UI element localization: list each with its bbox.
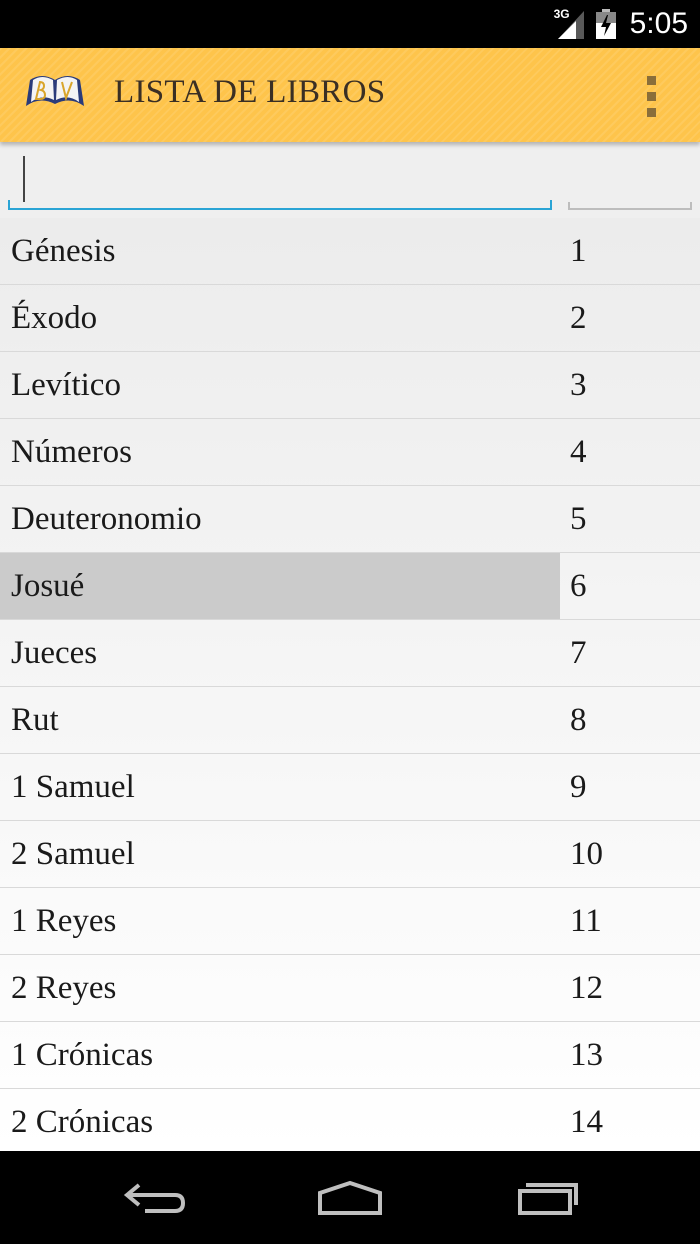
overflow-menu-dot <box>647 108 656 117</box>
book-number: 9 <box>570 769 587 805</box>
book-number: 12 <box>570 970 603 1006</box>
book-row[interactable]: Génesis 1 <box>0 218 700 285</box>
book-number: 4 <box>570 434 587 470</box>
book-name: Josué <box>0 553 560 619</box>
book-name: Génesis <box>11 233 116 269</box>
book-name: Rut <box>11 702 59 738</box>
book-row[interactable]: 2 Reyes 12 <box>0 955 700 1022</box>
search-input[interactable] <box>8 156 552 210</box>
book-row[interactable]: Rut 8 <box>0 687 700 754</box>
book-row[interactable]: 1 Reyes 11 <box>0 888 700 955</box>
overflow-menu-dot <box>647 92 656 101</box>
book-number: 10 <box>570 836 603 872</box>
navigation-bar <box>0 1151 700 1244</box>
overflow-menu-icon <box>647 76 656 85</box>
book-name: Deuteronomio <box>11 501 202 537</box>
book-row[interactable]: 1 Samuel 9 <box>0 754 700 821</box>
book-row[interactable]: Levítico 3 <box>0 352 700 419</box>
status-bar: 3G 5:05 <box>0 0 700 48</box>
book-row[interactable]: 1 Crónicas 13 <box>0 1022 700 1089</box>
book-number: 6 <box>570 568 587 604</box>
book-row[interactable]: Éxodo 2 <box>0 285 700 352</box>
book-name: 2 Samuel <box>11 836 135 872</box>
status-clock: 5:05 <box>629 7 688 40</box>
home-icon <box>318 1180 382 1215</box>
book-row[interactable]: Números 4 <box>0 419 700 486</box>
book-number: 1 <box>570 233 587 269</box>
open-bible-logo-icon[interactable] <box>22 66 88 120</box>
book-row[interactable]: Josué 6 <box>0 553 700 620</box>
signal-icon: 3G <box>554 7 588 41</box>
book-row[interactable]: 2 Crónicas 14 <box>0 1089 700 1151</box>
book-name: Levítico <box>11 367 121 403</box>
book-row[interactable]: 2 Samuel 10 <box>0 821 700 888</box>
battery-charging-icon <box>595 9 616 39</box>
book-number: 8 <box>570 702 587 738</box>
book-row[interactable]: Jueces 7 <box>0 620 700 687</box>
book-name: Números <box>11 434 132 470</box>
book-name: 1 Samuel <box>11 769 135 805</box>
book-name: Jueces <box>11 635 98 671</box>
book-list: Génesis 1 Éxodo 2 Levítico 3 Números 4 Deuterono… <box>0 218 700 1151</box>
book-row[interactable]: Deuteronomio 5 <box>0 486 700 553</box>
book-name: 1 Reyes <box>11 903 117 939</box>
book-number: 13 <box>570 1037 603 1073</box>
back-icon <box>123 1183 186 1213</box>
text-cursor <box>23 156 25 202</box>
back-button[interactable] <box>115 1169 195 1225</box>
book-number: 5 <box>570 501 587 537</box>
action-bar: LISTA DE LIBROS <box>0 48 700 142</box>
overflow-menu-button[interactable] <box>640 76 664 118</box>
book-name: 2 Crónicas <box>11 1104 154 1140</box>
book-number: 2 <box>570 300 587 336</box>
recent-apps-button[interactable] <box>506 1169 586 1225</box>
home-button[interactable] <box>310 1169 390 1225</box>
book-number: 11 <box>570 903 602 939</box>
search-row <box>0 142 700 218</box>
number-input-underline[interactable] <box>568 202 692 210</box>
book-name: 1 Crónicas <box>11 1037 154 1073</box>
page-title: LISTA DE LIBROS <box>114 74 386 110</box>
book-number: 14 <box>570 1104 603 1140</box>
recent-apps-icon <box>518 1183 578 1215</box>
book-number: 3 <box>570 367 587 403</box>
book-number: 7 <box>570 635 587 671</box>
status-icons: 3G 5:05 <box>554 0 688 48</box>
book-name: Éxodo <box>11 300 98 336</box>
search-input-underline <box>8 200 552 210</box>
book-name: 2 Reyes <box>11 970 117 1006</box>
